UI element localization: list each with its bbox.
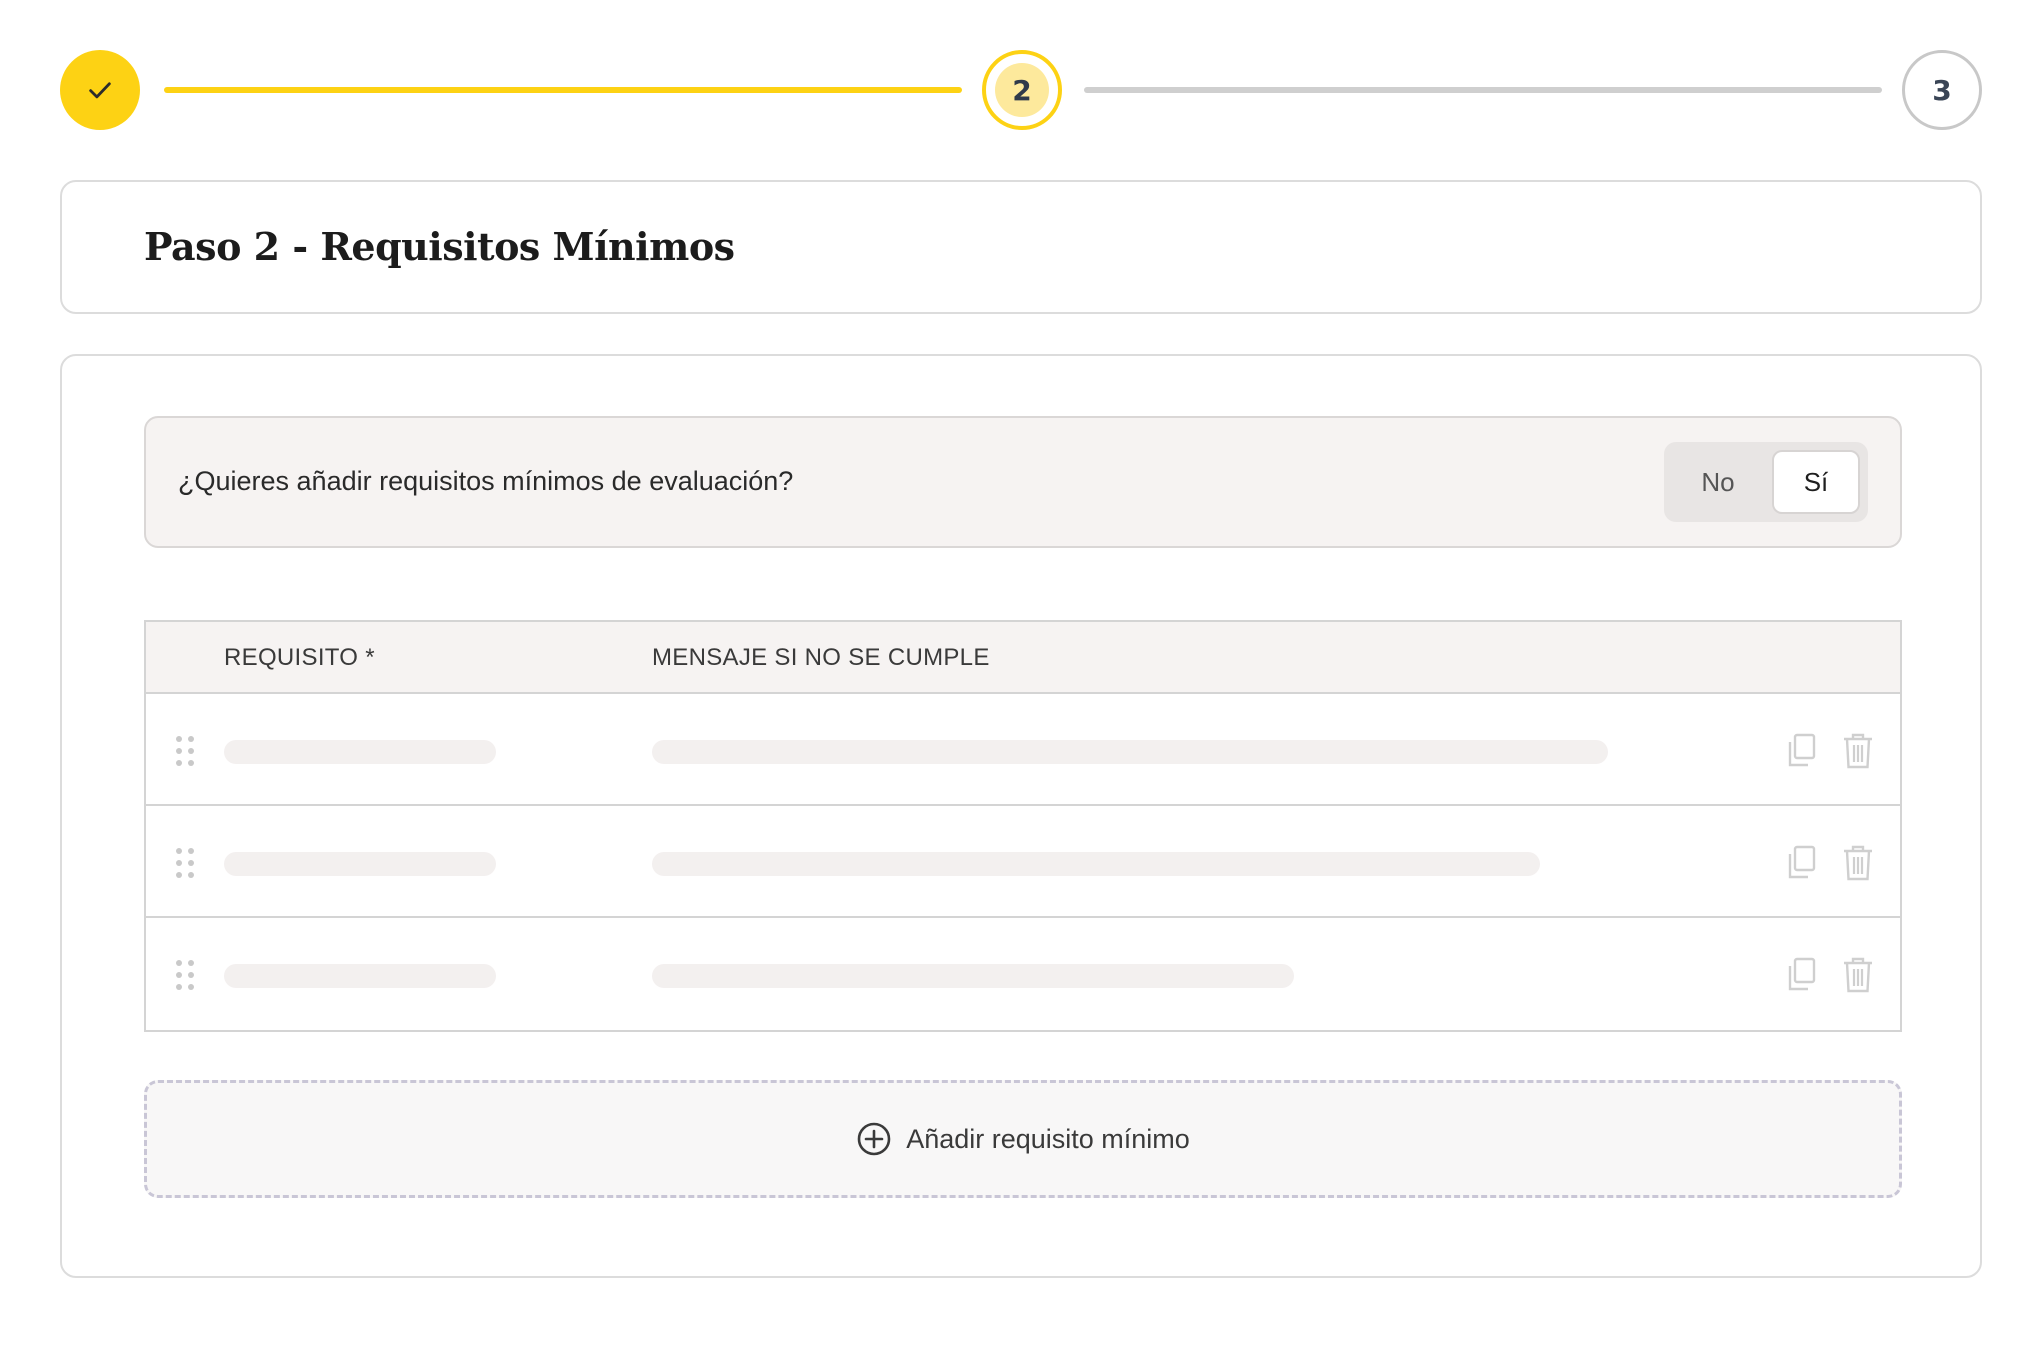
question-text: ¿Quieres añadir requisitos mínimos de ev… [178,466,794,496]
message-placeholder[interactable] [652,964,1294,988]
table-header: REQUISITO * MENSAJE SI NO SE CUMPLE [146,622,1900,694]
requirements-table: REQUISITO * MENSAJE SI NO SE CUMPLE [144,620,1902,1032]
toggle-option-no[interactable]: No [1664,442,1772,522]
trash-icon[interactable] [1840,956,1876,994]
trash-icon[interactable] [1840,732,1876,770]
requirement-placeholder[interactable] [224,852,496,876]
toggle-option-yes[interactable]: Sí [1772,450,1860,514]
requirement-placeholder[interactable] [224,964,496,988]
step-title-card: Paso 2 - Requisitos Mínimos [60,180,1982,314]
plus-circle-icon [857,1122,891,1156]
drag-handle-icon[interactable] [176,848,198,880]
step-2-label: 2 [995,63,1049,117]
step-3-pending[interactable]: 3 [1902,50,1982,130]
message-placeholder[interactable] [652,852,1540,876]
trash-icon[interactable] [1840,844,1876,882]
column-header-message: MENSAJE SI NO SE CUMPLE [652,644,990,671]
table-row [146,806,1900,918]
requirements-card: ¿Quieres añadir requisitos mínimos de ev… [60,354,1982,1278]
yes-no-toggle[interactable]: No Sí [1664,442,1868,522]
check-icon [89,82,111,99]
page-title: Paso 2 - Requisitos Mínimos [144,224,735,269]
add-requirement-label: Añadir requisito mínimo [906,1123,1190,1154]
requirements-question: ¿Quieres añadir requisitos mínimos de ev… [144,416,1902,548]
copy-icon[interactable] [1784,732,1820,770]
drag-handle-icon[interactable] [176,960,198,992]
copy-icon[interactable] [1784,956,1820,994]
step-2-current[interactable]: 2 [982,50,1062,130]
stepper: 2 3 [60,50,1982,130]
step-1-completed[interactable] [60,50,140,130]
message-placeholder[interactable] [652,740,1608,764]
table-row [146,918,1900,1030]
drag-handle-icon[interactable] [176,736,198,768]
column-header-requirement: REQUISITO * [224,644,375,671]
table-row [146,694,1900,806]
stepper-connector-pending [1084,87,1882,93]
stepper-connector-completed [164,87,962,93]
copy-icon[interactable] [1784,844,1820,882]
add-requirement-button[interactable]: Añadir requisito mínimo [144,1080,1902,1198]
requirement-placeholder[interactable] [224,740,496,764]
step-3-label: 3 [1932,73,1952,107]
